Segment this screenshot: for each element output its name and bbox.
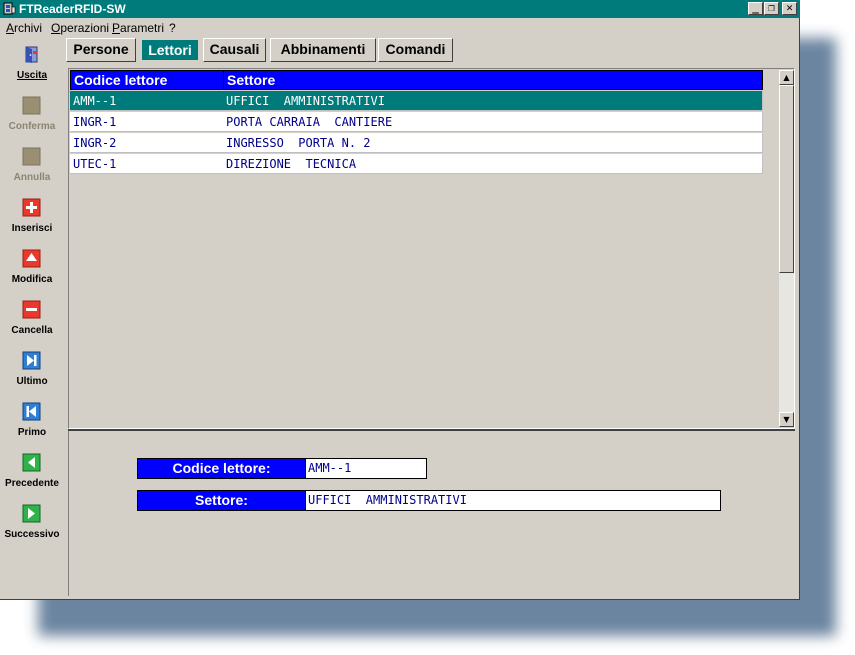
- minimize-icon: _: [752, 1, 759, 14]
- close-icon: ✕: [786, 1, 793, 14]
- cell-codice[interactable]: INGR-1: [70, 112, 224, 132]
- menu-bar: Archivi Operazioni Parametri ?: [0, 19, 800, 37]
- column-header-settore[interactable]: Settore: [223, 70, 763, 90]
- cancel-icon: [22, 147, 41, 166]
- inserisci-label: Inserisci: [11, 223, 53, 234]
- close-button[interactable]: ✕: [782, 2, 797, 15]
- modifica-label: Modifica: [11, 274, 53, 285]
- conferma-label: Conferma: [8, 121, 56, 132]
- ultimo-label: Ultimo: [16, 376, 48, 387]
- cell-settore[interactable]: DIREZIONE TECNICA: [223, 154, 763, 174]
- tab-persone[interactable]: Persone: [66, 38, 136, 62]
- previous-record-icon: [22, 453, 41, 472]
- successivo-button[interactable]: Successivo: [0, 499, 64, 547]
- minus-icon: [22, 300, 41, 319]
- codice-lettore-field[interactable]: AMM--1: [305, 458, 427, 479]
- cell-codice[interactable]: INGR-2: [70, 133, 224, 153]
- lettori-grid: Codice lettore Settore AMM--1 UFFICI AMM…: [68, 68, 795, 429]
- window-title: FTReaderRFID-SW: [19, 2, 126, 16]
- cell-codice[interactable]: AMM--1: [70, 91, 224, 111]
- conferma-button[interactable]: Conferma: [0, 91, 64, 139]
- codice-lettore-label: Codice lettore:: [137, 458, 306, 479]
- uscita-button[interactable]: Uscita: [0, 40, 64, 88]
- successivo-label: Successivo: [4, 529, 60, 540]
- tab-abbinamenti[interactable]: Abbinamenti: [270, 38, 376, 62]
- minimize-button[interactable]: _: [748, 2, 763, 15]
- scroll-thumb[interactable]: [779, 85, 794, 273]
- ultimo-button[interactable]: Ultimo: [0, 346, 64, 394]
- door-exit-icon: [25, 46, 38, 63]
- arrow-up-icon: [22, 249, 41, 268]
- scroll-down-icon: ▼: [783, 415, 790, 424]
- menu-help[interactable]: ?: [169, 19, 176, 37]
- tab-lettori[interactable]: Lettori: [140, 38, 200, 62]
- detail-panel: Codice lettore: AMM--1 Settore: UFFICI A…: [68, 431, 795, 596]
- settore-label: Settore:: [137, 490, 306, 511]
- last-record-icon: [22, 351, 41, 370]
- cell-settore[interactable]: INGRESSO PORTA N. 2: [223, 133, 763, 153]
- scroll-up-button[interactable]: ▲: [779, 70, 794, 85]
- confirm-icon: [22, 96, 41, 115]
- settore-field[interactable]: UFFICI AMMINISTRATIVI: [305, 490, 721, 511]
- vertical-scrollbar[interactable]: ▲ ▼: [779, 70, 794, 427]
- scroll-down-button[interactable]: ▼: [779, 412, 794, 427]
- cell-settore[interactable]: PORTA CARRAIA CANTIERE: [223, 112, 763, 132]
- tab-comandi[interactable]: Comandi: [378, 38, 453, 62]
- app-icon: [3, 2, 16, 15]
- uscita-label: Uscita: [16, 70, 47, 81]
- precedente-label: Precedente: [5, 478, 59, 489]
- menu-archivi[interactable]: Archivi: [6, 19, 42, 37]
- primo-label: Primo: [17, 427, 47, 438]
- first-record-icon: [22, 402, 41, 421]
- next-record-icon: [22, 504, 41, 523]
- cancella-button[interactable]: Cancella: [0, 295, 64, 343]
- cancella-label: Cancella: [11, 325, 53, 336]
- cell-settore[interactable]: UFFICI AMMINISTRATIVI: [223, 91, 763, 111]
- menu-operazioni[interactable]: Operazioni: [51, 19, 109, 37]
- scroll-up-icon: ▲: [783, 73, 790, 82]
- primo-button[interactable]: Primo: [0, 397, 64, 445]
- title-bar: FTReaderRFID-SW _ ❐ ✕: [0, 0, 800, 18]
- tab-causali[interactable]: Causali: [203, 38, 266, 62]
- cell-codice[interactable]: UTEC-1: [70, 154, 224, 174]
- annulla-label: Annulla: [13, 172, 51, 183]
- column-header-codice[interactable]: Codice lettore: [70, 70, 224, 90]
- app-window: FTReaderRFID-SW _ ❐ ✕ Archivi Operazioni…: [0, 0, 800, 600]
- menu-parametri[interactable]: Parametri: [112, 19, 164, 37]
- plus-icon: [22, 198, 41, 217]
- precedente-button[interactable]: Precedente: [0, 448, 64, 496]
- modifica-button[interactable]: Modifica: [0, 244, 64, 292]
- inserisci-button[interactable]: Inserisci: [0, 193, 64, 241]
- annulla-button[interactable]: Annulla: [0, 142, 64, 190]
- restore-button[interactable]: ❐: [764, 2, 779, 15]
- restore-icon: ❐: [768, 1, 775, 14]
